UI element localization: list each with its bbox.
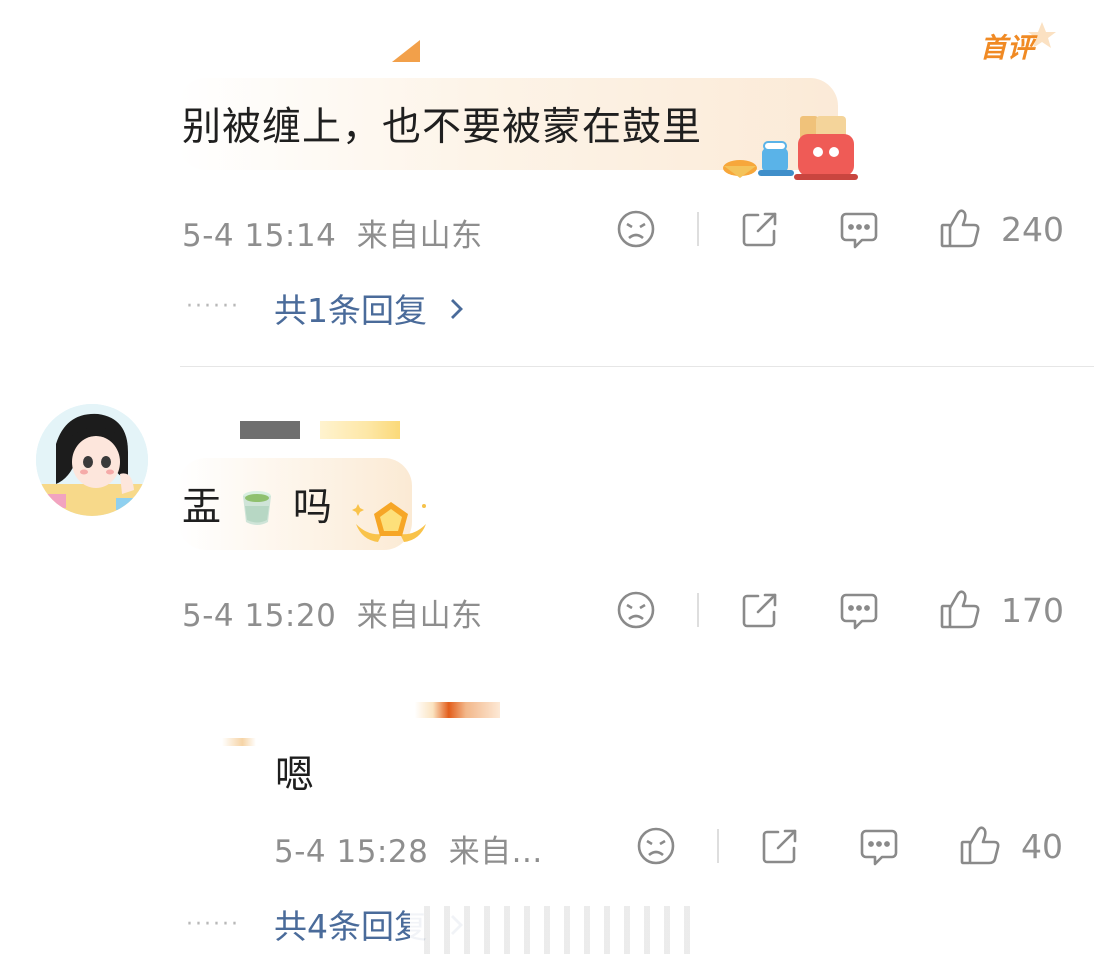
share-icon[interactable]: [740, 209, 780, 249]
action-divider: [697, 593, 699, 627]
chevron-right-icon: [450, 299, 463, 319]
comment-divider: [180, 366, 1094, 367]
sad-face-icon[interactable]: [616, 590, 656, 630]
share-icon[interactable]: [740, 590, 780, 630]
comment-text-part: 盂: [182, 485, 223, 530]
user-badge-redacted: [320, 421, 400, 439]
thumbs-up-icon[interactable]: [938, 206, 982, 250]
comment-location: 来自山东: [356, 598, 483, 634]
sad-face-icon[interactable]: [636, 826, 676, 866]
comment-meta-2: 5-4 15:20 来自山东: [182, 590, 483, 635]
comment-meta-1: 5-4 15:14 来自山东: [182, 210, 483, 255]
action-divider: [717, 829, 719, 863]
comment-icon[interactable]: [858, 826, 900, 868]
thumbs-up-icon[interactable]: [938, 587, 982, 631]
watermark-overlay: [410, 906, 700, 954]
first-comment-badge: 首评: [980, 20, 1060, 64]
badge-label: 首评: [980, 33, 1034, 64]
sad-face-icon[interactable]: [616, 209, 656, 249]
comment-icon[interactable]: [838, 590, 880, 632]
like-count-3: 40: [1021, 827, 1063, 866]
comment-text-part: 吗: [292, 485, 333, 530]
star-medal-sticker-icon: [348, 494, 434, 556]
reply-dots: ······: [186, 294, 240, 319]
comment-location: 来自山东: [356, 218, 483, 254]
breakfast-toaster-sticker-icon: [718, 112, 858, 182]
avatar[interactable]: [36, 404, 148, 516]
like-count-1: 240: [1001, 210, 1064, 249]
decorative-orange-corner: [392, 40, 420, 62]
comment-icon[interactable]: [838, 209, 880, 251]
thumbs-up-icon[interactable]: [958, 823, 1002, 867]
tea-cup-emoji-icon: [243, 491, 272, 525]
action-divider: [697, 212, 699, 246]
user-badge-redacted: [378, 702, 500, 718]
view-replies-label: 共4条回复: [274, 907, 427, 946]
view-replies-link-1[interactable]: 共1条回复: [274, 284, 466, 332]
comment-text-3: 嗯: [275, 753, 316, 798]
share-icon[interactable]: [760, 826, 800, 866]
comment-text-2: 盂 吗: [182, 476, 333, 532]
comment-time: 5-4 15:20: [182, 598, 337, 634]
like-count-2: 170: [1001, 591, 1064, 630]
comment-meta-3: 5-4 15:28 来自...: [274, 826, 543, 871]
comment-text-1: 别被缠上，也不要被蒙在鼓里: [182, 105, 703, 150]
avatar-fragment: [222, 738, 256, 746]
username-redacted: [240, 421, 300, 439]
comment-location: 来自...: [448, 834, 543, 870]
view-replies-label: 共1条回复: [274, 291, 427, 330]
reply-dots: ······: [186, 912, 240, 937]
comment-time: 5-4 15:28: [274, 834, 429, 870]
comment-time: 5-4 15:14: [182, 218, 337, 254]
